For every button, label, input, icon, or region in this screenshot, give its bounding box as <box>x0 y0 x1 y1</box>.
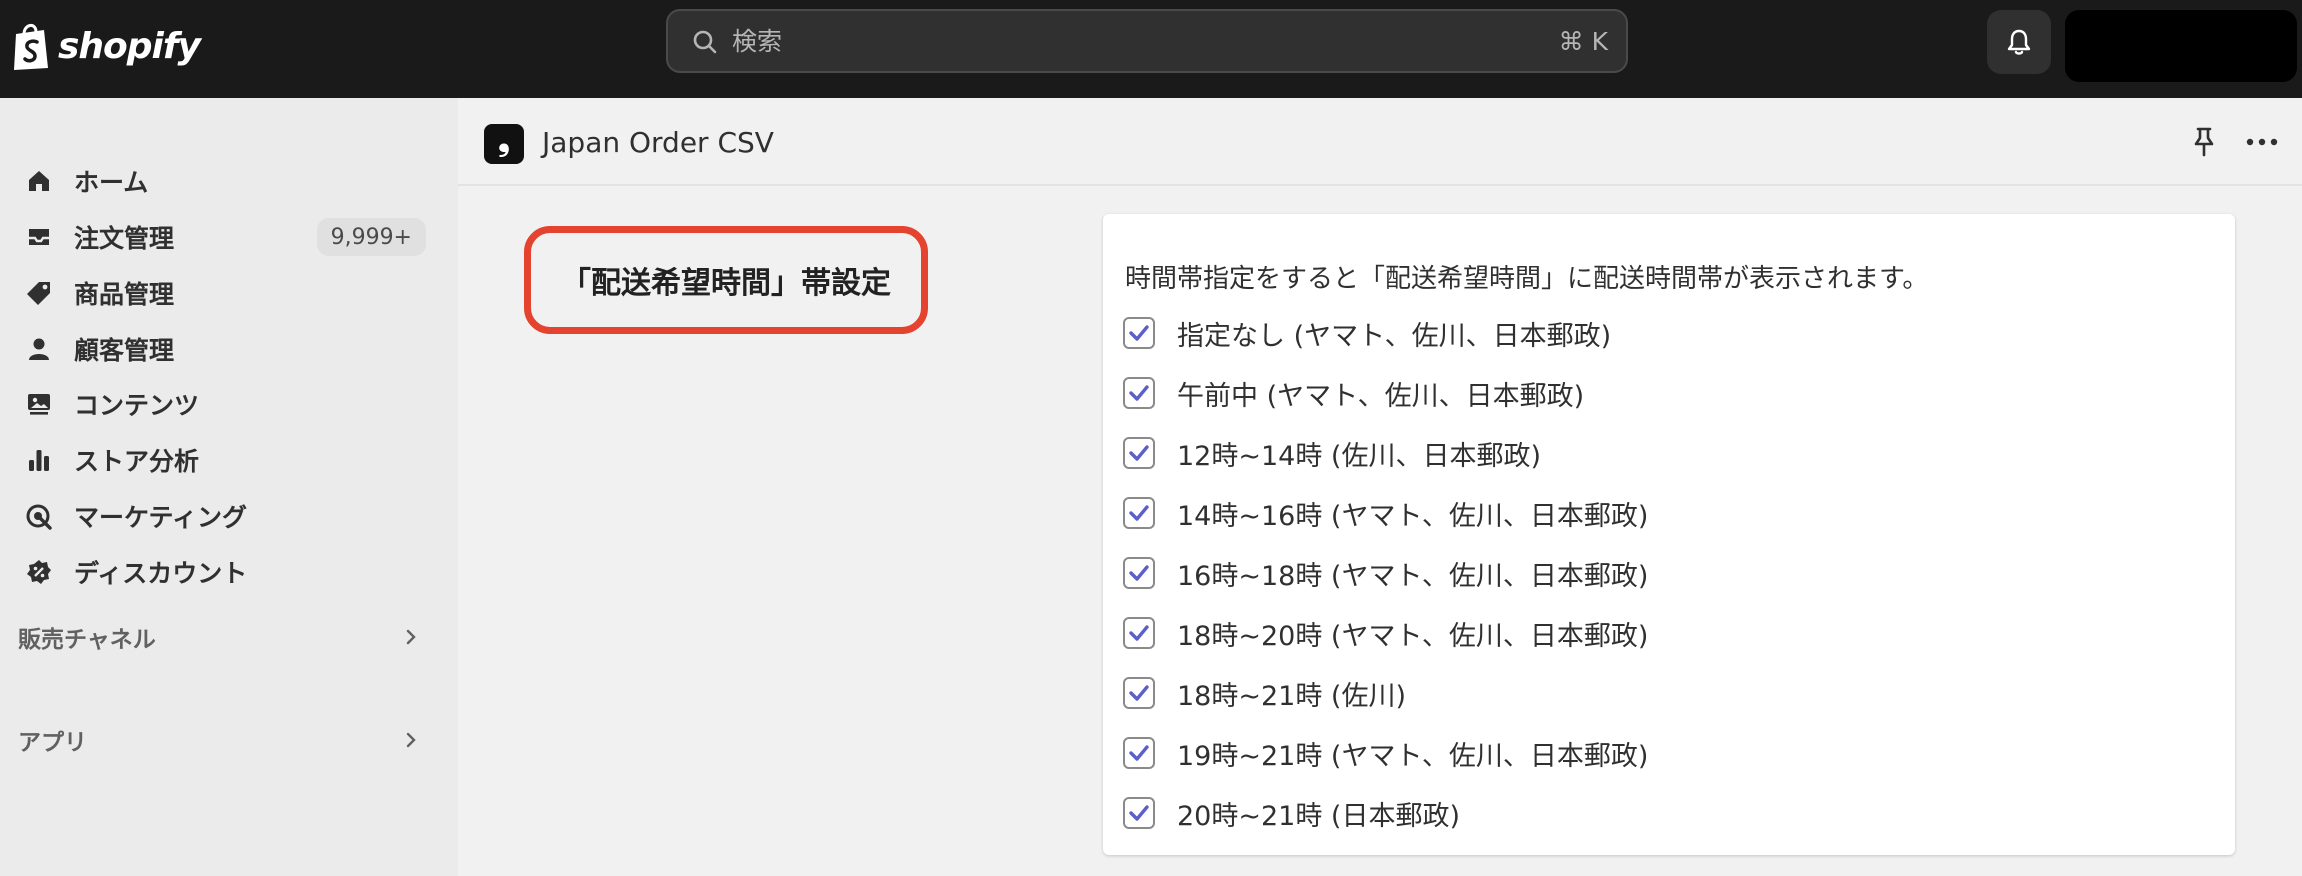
bar-chart-icon <box>24 445 54 475</box>
app-icon-glyph: ❟ <box>498 123 510 158</box>
checkbox[interactable] <box>1123 497 1155 529</box>
checkbox[interactable] <box>1123 797 1155 829</box>
apps-section[interactable]: アプリ <box>18 720 428 760</box>
notifications-button[interactable] <box>1987 10 2051 74</box>
inbox-icon <box>24 222 54 252</box>
checkbox[interactable] <box>1123 677 1155 709</box>
shopify-bag-icon <box>14 24 48 70</box>
chevron-right-icon <box>406 629 416 645</box>
sidebar-item-orders[interactable]: 注文管理 9,999+ <box>18 214 428 260</box>
app-header: ❟ Japan Order CSV <box>458 98 2302 186</box>
section-label: 販売チャネル <box>18 627 156 653</box>
time-slot-label: 18時~20時 (ヤマト、佐川、日本郵政) <box>1177 620 1649 652</box>
time-slot-option[interactable]: 12時~14時 (佐川、日本郵政) <box>1123 431 1541 475</box>
checkbox[interactable] <box>1123 617 1155 649</box>
sidebar-item-label: マーケティング <box>74 503 248 532</box>
app-title: Japan Order CSV <box>542 126 774 159</box>
search-icon <box>693 30 717 54</box>
checkmark-icon <box>1129 625 1149 641</box>
checkmark-icon <box>1129 325 1149 341</box>
sales-channels-section[interactable]: 販売チャネル <box>18 617 428 657</box>
time-slot-label: 指定なし (ヤマト、佐川、日本郵政) <box>1177 320 1612 352</box>
sidebar-item-label: 顧客管理 <box>74 336 175 365</box>
checkbox[interactable] <box>1123 557 1155 589</box>
delivery-time-settings-card: 時間帯指定をすると「配送希望時間」に配送時間帯が表示されます。 指定なし (ヤマ… <box>1103 214 2235 855</box>
sidebar-item-label: ストア分析 <box>74 447 200 476</box>
sidebar-item-analytics[interactable]: ストア分析 <box>18 437 428 483</box>
search-bar[interactable]: ⌘ K <box>666 9 1628 73</box>
sidebar-item-discounts[interactable]: ディスカウント <box>18 549 428 595</box>
time-slot-option[interactable]: 20時~21時 (日本郵政) <box>1123 791 1460 835</box>
sidebar-item-label: コンテンツ <box>74 391 200 420</box>
sidebar-item-customers[interactable]: 顧客管理 <box>18 326 428 372</box>
checkmark-icon <box>1129 565 1149 581</box>
more-actions-icon[interactable] <box>2240 124 2284 160</box>
section-label: アプリ <box>18 730 87 756</box>
pin-icon[interactable] <box>2186 124 2222 160</box>
checkbox[interactable] <box>1123 377 1155 409</box>
sidebar-item-label: ホーム <box>74 168 149 197</box>
checkbox[interactable] <box>1123 437 1155 469</box>
sidebar-item-products[interactable]: 商品管理 <box>18 270 428 316</box>
target-icon <box>24 501 54 531</box>
sidebar-item-home[interactable]: ホーム <box>18 158 428 204</box>
time-slot-label: 午前中 (ヤマト、佐川、日本郵政) <box>1177 380 1585 412</box>
checkmark-icon <box>1129 505 1149 521</box>
person-icon <box>24 334 54 364</box>
time-slot-option[interactable]: 18時~21時 (佐川) <box>1123 671 1406 715</box>
image-content-icon <box>24 389 54 419</box>
app-icon: ❟ <box>484 124 524 164</box>
time-slot-option[interactable]: 18時~20時 (ヤマト、佐川、日本郵政) <box>1123 611 1648 655</box>
checkbox[interactable] <box>1123 737 1155 769</box>
sidebar-item-marketing[interactable]: マーケティング <box>18 493 428 539</box>
tag-icon <box>24 278 54 308</box>
checkmark-icon <box>1129 805 1149 821</box>
sidebar-item-content[interactable]: コンテンツ <box>18 381 428 427</box>
checkmark-icon <box>1129 445 1149 461</box>
search-shortcut: ⌘ K <box>1558 27 1608 56</box>
time-slot-option[interactable]: 14時~16時 (ヤマト、佐川、日本郵政) <box>1123 491 1648 535</box>
discount-icon <box>24 557 54 587</box>
sidebar-item-label: 商品管理 <box>74 280 175 309</box>
time-slot-option[interactable]: 指定なし (ヤマト、佐川、日本郵政) <box>1123 311 1611 355</box>
time-slot-label: 19時~21時 (ヤマト、佐川、日本郵政) <box>1177 740 1649 772</box>
checkmark-icon <box>1129 685 1149 701</box>
time-slot-option[interactable]: 16時~18時 (ヤマト、佐川、日本郵政) <box>1123 551 1648 595</box>
orders-count-badge: 9,999+ <box>316 218 426 256</box>
time-slot-label: 12時~14時 (佐川、日本郵政) <box>1177 440 1541 472</box>
sidebar-item-label: ディスカウント <box>74 559 248 588</box>
top-bar: shopify ⌘ K <box>0 0 2302 98</box>
time-slot-label: 16時~18時 (ヤマト、佐川、日本郵政) <box>1177 560 1649 592</box>
home-icon <box>24 166 54 196</box>
setting-title-text: 「配送希望時間」帯設定 <box>561 266 891 301</box>
checkmark-icon <box>1129 745 1149 761</box>
time-slot-option[interactable]: 午前中 (ヤマト、佐川、日本郵政) <box>1123 371 1584 415</box>
account-menu-button[interactable] <box>2065 10 2297 82</box>
sidebar-item-label: 注文管理 <box>74 224 175 253</box>
bell-icon <box>2007 29 2031 55</box>
search-input[interactable] <box>732 21 1492 61</box>
shopify-logo[interactable]: shopify <box>10 18 201 74</box>
sidebar: ホーム 注文管理 9,999+ 商品管理 顧客管理 コンテンツ ストア分析 マー… <box>0 98 458 876</box>
time-slot-label: 18時~21時 (佐川) <box>1177 680 1406 712</box>
time-slot-label: 14時~16時 (ヤマト、佐川、日本郵政) <box>1177 500 1649 532</box>
setting-section-title: 「配送希望時間」帯設定 <box>524 226 928 334</box>
logo-text: shopify <box>58 25 201 67</box>
time-slot-option[interactable]: 19時~21時 (ヤマト、佐川、日本郵政) <box>1123 731 1648 775</box>
checkbox[interactable] <box>1123 317 1155 349</box>
setting-description: 時間帯指定をすると「配送希望時間」に配送時間帯が表示されます。 <box>1125 264 1929 294</box>
checkmark-icon <box>1129 385 1149 401</box>
chevron-right-icon <box>406 732 416 748</box>
time-slot-label: 20時~21時 (日本郵政) <box>1177 800 1460 832</box>
